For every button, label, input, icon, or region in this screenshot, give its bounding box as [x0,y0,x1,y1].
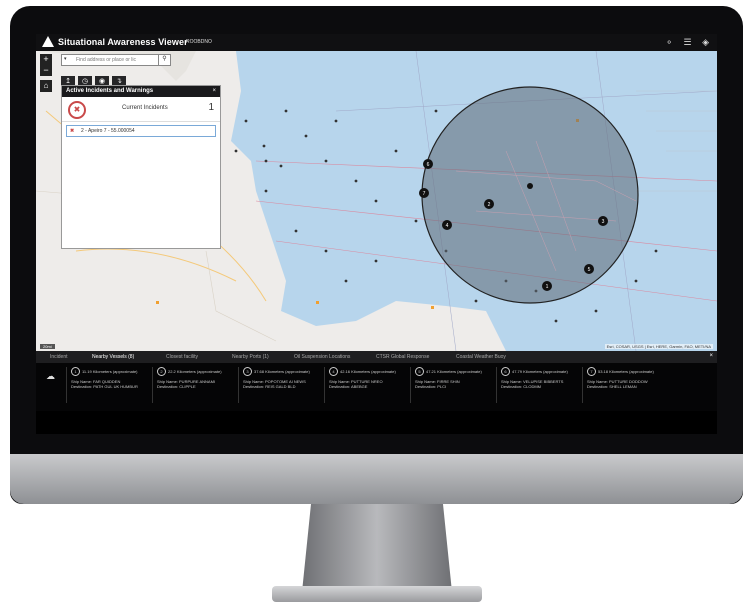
vessel-distance: 22.2 Kilometers (approximate) [168,369,222,374]
incident-item-label: 2 - Apeiro 7 - 55.000054 [81,128,135,134]
layers-icon[interactable]: ◈ [702,37,709,47]
incidents-panel-header: Active Incidents and Warnings × [62,86,220,97]
circle-marker-1: 1 [542,281,552,291]
vessel-card[interactable]: 5 47.21 Kilometers (approximate) Ship Nam… [410,367,498,403]
current-incidents-label: Current Incidents [122,105,168,111]
search-input[interactable]: Find address or place or lic [76,57,136,63]
tab-nearby-ports[interactable]: Nearby Ports (1) [232,354,269,360]
zoom-in-button[interactable]: + [40,54,52,65]
vessel-distance: 53.18 Kilometers (approximate) [598,369,654,374]
search-icon[interactable]: ⚲ [158,55,170,65]
incidents-panel: Active Incidents and Warnings × ✖ Curren… [61,85,221,249]
circle-marker-3: 3 [598,216,608,226]
tab-coastal-weather[interactable]: Coastal Weather Buoy [456,354,506,360]
vessel-number: 6 [501,367,510,376]
vessel-destination: Destination: SHELL LEMAN [587,384,637,389]
app-header: Situational Awareness Viewer ROOBDNO ⚬ ☰… [36,34,717,51]
circle-marker-6: 6 [423,159,433,169]
vessel-card[interactable]: 3 37.68 Kilometers (approximate) Ship Nam… [238,367,326,403]
zoom-out-button[interactable]: − [40,65,52,76]
warning-logo-icon [42,36,54,47]
svg-text:6: 6 [427,162,430,168]
incident-list-item[interactable]: ✖ 2 - Apeiro 7 - 55.000054 [66,125,216,137]
vessel-destination: Destination: PATH GUL UK HUMBUR [71,384,138,389]
monitor-stand-base [272,586,482,602]
incidents-panel-title: Active Incidents and Warnings [66,88,154,94]
vessel-distance: 47.79 Kilometers (approximate) [512,369,568,374]
svg-text:2: 2 [488,202,491,208]
close-panel-icon[interactable]: × [709,353,713,359]
current-incidents-count: 1 [208,102,214,113]
search-radius-circle [421,86,639,304]
close-icon[interactable]: × [212,86,216,97]
circle-marker-5: 5 [584,264,594,274]
circle-marker-2: 2 [484,199,494,209]
vessel-number: 1 [71,367,80,376]
circle-marker-7: 7 [419,188,429,198]
svg-text:1: 1 [546,284,549,290]
vessel-card[interactable]: 2 22.2 Kilometers (approximate) Ship Name… [152,367,240,403]
home-button[interactable]: ⌂ [40,80,52,92]
search-source-dropdown[interactable]: ▾ [64,56,74,62]
vessel-distance: 11.19 Kilometers (approximate) [82,369,138,374]
svg-text:7: 7 [423,191,426,197]
tab-nearby-vessels[interactable]: Nearby Vessels (8) [92,354,134,360]
bottom-tab-bar: Incident Nearby Vessels (8) Closest faci… [36,351,717,363]
svg-text:4: 4 [446,223,449,229]
vessel-number: 5 [415,367,424,376]
app-title: Situational Awareness Viewer [58,37,188,47]
vessel-distance: 37.68 Kilometers (approximate) [254,369,310,374]
vessel-destination: Destination: CLODMM [501,384,542,389]
incident-marker-icon: ✖ [70,128,75,134]
vessel-number: 2 [157,367,166,376]
vessel-card[interactable]: 6 47.79 Kilometers (approximate) Ship Nam… [496,367,584,403]
vessel-card[interactable]: 7 53.18 Kilometers (approximate) Ship Nam… [582,367,670,403]
vessel-number: 3 [243,367,252,376]
tab-oil-suspension[interactable]: Oil Suspension Locations [294,354,350,360]
svg-text:5: 5 [588,267,591,273]
vessel-card[interactable]: 4 42.16 Kilometers (approximate) Ship Nam… [324,367,412,403]
monitor-stand-neck [302,504,452,592]
vessel-card[interactable]: 1 11.19 Kilometers (approximate) Ship Nam… [66,367,154,403]
vessel-distance: 47.21 Kilometers (approximate) [426,369,482,374]
vessel-destination: Destination: PLCI [415,384,447,389]
vessel-destination: Destination: CLIPPLE [157,384,196,389]
monitor-chin [10,454,743,504]
vessel-number: 4 [329,367,338,376]
cloud-upload-icon[interactable]: ☁ [46,371,55,382]
tab-incident[interactable]: Incident [50,354,68,360]
tab-closest-facility[interactable]: Closest facility [166,354,198,360]
app-badge: ROOBDNO [186,39,212,45]
circle-marker-4: 4 [442,220,452,230]
incident-icon: ✖ [68,101,86,119]
home-icon: ⌂ [43,81,49,90]
vessel-list: ☁ 1 11.19 Kilometers (approximate) Ship N… [36,363,717,411]
current-incidents-row[interactable]: ✖ Current Incidents 1 [62,97,220,122]
screen: Situational Awareness Viewer ROOBDNO ⚬ ☰… [36,34,717,434]
list-icon[interactable]: ☰ [683,37,691,47]
vessel-number: 7 [587,367,596,376]
search-box[interactable]: ▾ Find address or place or lic ⚲ [61,54,171,66]
map-scale: 20mi [40,344,55,349]
vessel-distance: 42.16 Kilometers (approximate) [340,369,396,374]
vessel-destination: Destination: ABEBGE [329,384,368,389]
header-icons: ⚬ ☰ ◈ [657,37,709,48]
zoom-control: + − [40,54,52,76]
tab-ctsr-global[interactable]: CTSR Global Response [376,354,429,360]
svg-text:3: 3 [602,219,605,225]
map-attribution: Esri, COSAR, USGS | Esri, HERE, Garmin, … [604,344,713,349]
vessel-destination: Destination: REIS GALD BLD [243,384,296,389]
help-icon[interactable]: ⚬ [665,37,673,47]
